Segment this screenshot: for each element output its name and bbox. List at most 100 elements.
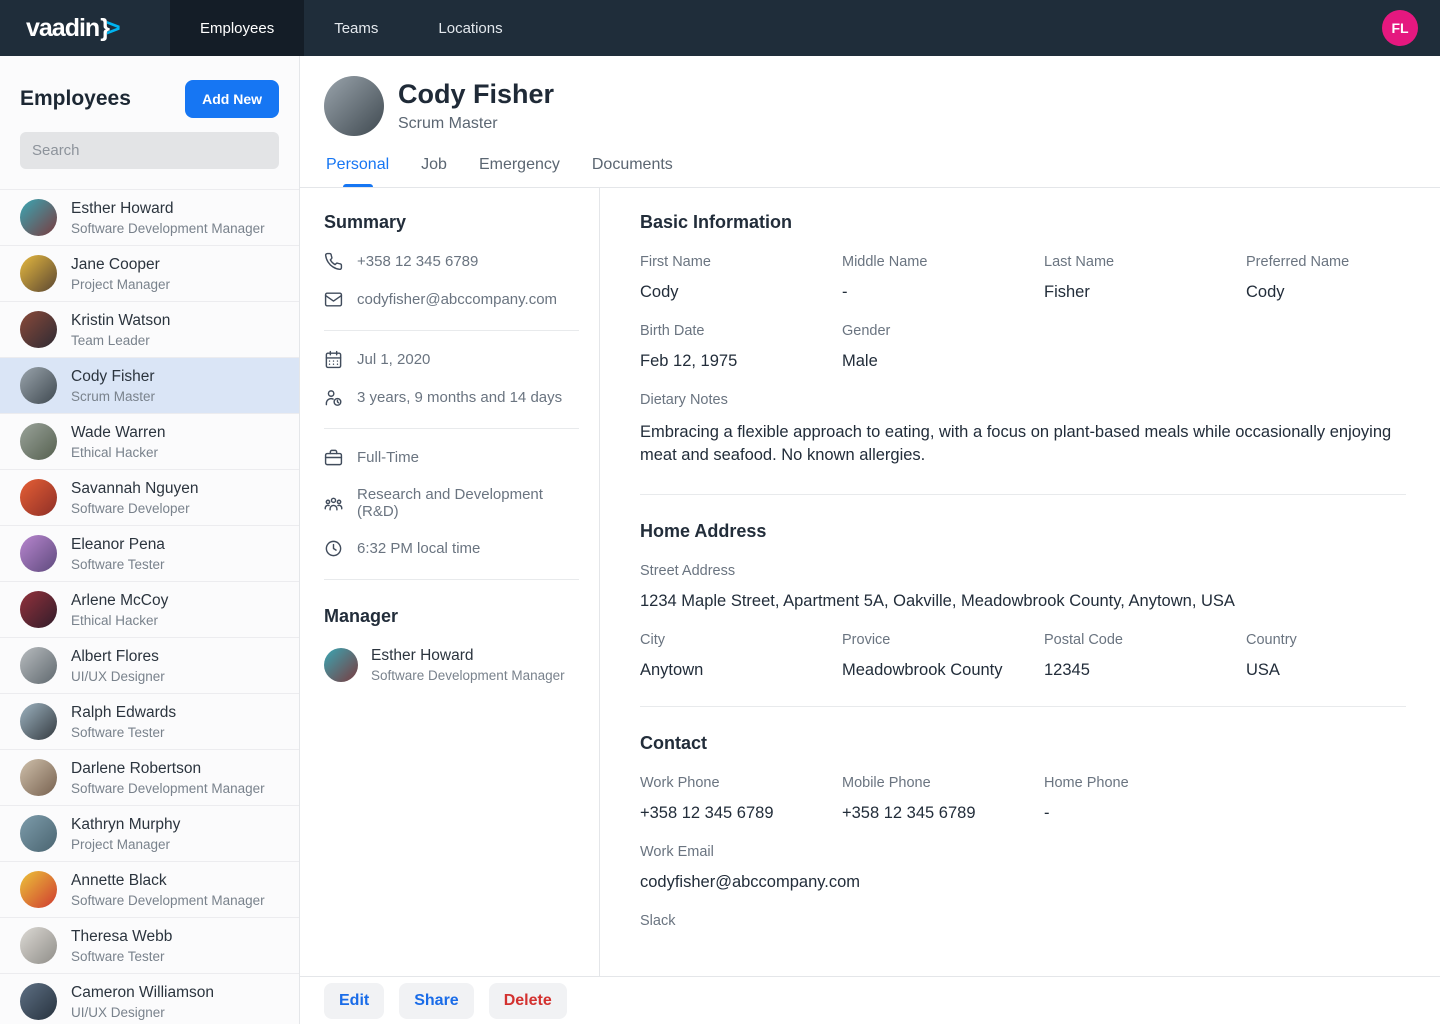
field-label: Mobile Phone [842,775,1044,791]
summary-divider [324,428,579,429]
field-value: - [842,283,1044,302]
contact-phones-grid: Work Phone +358 12 345 6789 Mobile Phone… [640,775,1406,823]
field-label: Preferred Name [1246,254,1440,270]
dietary-notes-text: Embracing a flexible approach to eating,… [640,421,1406,468]
employee-name: Albert Flores [71,648,165,666]
employee-name: Wade Warren [71,424,165,442]
employee-list-item[interactable]: Esther Howard Software Development Manag… [0,190,299,246]
employee-list-item[interactable]: Darlene Robertson Software Development M… [0,750,299,806]
field-label: Home Phone [1044,775,1246,791]
employee-avatar [20,199,57,236]
summary-tenure: 3 years, 9 months and 14 days [357,389,562,406]
employee-list-item[interactable]: Arlene McCoy Ethical Hacker [0,582,299,638]
manager-title: Manager [324,606,579,627]
field-label: Postal Code [1044,632,1246,648]
field: Mobile Phone +358 12 345 6789 [842,775,1044,823]
briefcase-icon [324,448,343,467]
street-address-field: Street Address 1234 Maple Street, Apartm… [640,563,1406,611]
employee-name: Kristin Watson [71,312,170,330]
field: Preferred Name Cody [1246,254,1440,302]
employee-role: Software Development Manager [71,221,265,236]
employee-role: Scrum Master [71,389,155,404]
mail-icon [324,290,343,309]
field-label: Birth Date [640,323,842,339]
logo-arrow-icon: > [106,14,120,43]
employee-list-item[interactable]: Cameron Williamson UI/UX Designer [0,974,299,1024]
profile-role: Scrum Master [398,115,554,133]
edit-button[interactable]: Edit [324,983,384,1019]
employee-name: Eleanor Pena [71,536,165,554]
profile-tab[interactable]: Job [419,156,449,187]
summary-employment-type: Full-Time [357,449,419,466]
field-label: Country [1246,632,1440,648]
employee-avatar [20,703,57,740]
employee-list-item[interactable]: Theresa Webb Software Tester [0,918,299,974]
employee-role: Software Development Manager [71,893,265,908]
action-bar: Edit Share Delete [300,976,1440,1024]
basic-info-row2: Birth Date Feb 12, 1975 Gender Male [640,323,1406,371]
employee-list-item[interactable]: Annette Black Software Development Manag… [0,862,299,918]
employee-avatar [20,535,57,572]
employee-avatar [20,367,57,404]
employee-name: Annette Black [71,872,265,890]
user-avatar[interactable]: FL [1382,10,1418,46]
employee-avatar [20,423,57,460]
field-label: City [640,632,842,648]
employee-list-item[interactable]: Savannah Nguyen Software Developer [0,470,299,526]
employee-list-item[interactable]: Cody Fisher Scrum Master [0,358,299,414]
field-value: Fisher [1044,283,1246,302]
contact-title: Contact [640,733,1406,754]
nav-item[interactable]: Teams [304,0,408,56]
manager-role: Software Development Manager [371,668,565,683]
employee-name: Kathryn Murphy [71,816,180,834]
employee-name: Savannah Nguyen [71,480,199,498]
employee-list-item[interactable]: Kristin Watson Team Leader [0,302,299,358]
field-label: Middle Name [842,254,1044,270]
employee-list-item[interactable]: Albert Flores UI/UX Designer [0,638,299,694]
profile-tab[interactable]: Documents [590,156,675,187]
field-value: Meadowbrook County [842,661,1044,680]
employee-list-item[interactable]: Eleanor Pena Software Tester [0,526,299,582]
tenure-icon [324,388,343,407]
calendar-icon [324,350,343,369]
share-button[interactable]: Share [399,983,473,1019]
work-email-value: codyfisher@abccompany.com [640,873,1406,892]
field: Country USA [1246,632,1440,680]
nav-item[interactable]: Locations [408,0,532,56]
profile-header: Cody Fisher Scrum Master Personal Job Em… [300,56,1440,188]
employee-role: UI/UX Designer [71,669,165,684]
employee-avatar [20,255,57,292]
profile-tab[interactable]: Personal [324,156,391,187]
summary-employment-row: Full-Time [324,448,579,467]
summary-start-date: Jul 1, 2020 [357,351,430,368]
home-address-title: Home Address [640,521,1406,542]
field: First Name Cody [640,254,842,302]
dietary-notes-label: Dietary Notes [640,392,1406,408]
employee-avatar [20,479,57,516]
manager-item[interactable]: Esther Howard Software Development Manag… [324,647,579,683]
delete-button[interactable]: Delete [489,983,567,1019]
employee-role: Project Manager [71,277,170,292]
clock-icon [324,539,343,558]
topbar-spacer [533,0,1382,56]
summary-local-time: 6:32 PM local time [357,540,480,557]
employee-name: Jane Cooper [71,256,170,274]
employee-role: Ethical Hacker [71,445,165,460]
add-new-button[interactable]: Add New [185,80,279,118]
employee-list-item[interactable]: Wade Warren Ethical Hacker [0,414,299,470]
employee-list-item[interactable]: Jane Cooper Project Manager [0,246,299,302]
summary-phone: +358 12 345 6789 [357,253,478,270]
employee-list-item[interactable]: Kathryn Murphy Project Manager [0,806,299,862]
profile-tab[interactable]: Emergency [477,156,562,187]
vaadin-logo[interactable]: vaadin}> [0,0,170,56]
employee-list-item[interactable]: Ralph Edwards Software Tester [0,694,299,750]
slack-field: Slack [640,913,1406,929]
employee-name: Arlene McCoy [71,592,168,610]
work-email-field: Work Email codyfisher@abccompany.com [640,844,1406,892]
team-icon [324,494,343,513]
nav-item[interactable]: Employees [170,0,304,56]
summary-tenure-row: 3 years, 9 months and 14 days [324,388,579,407]
search-input[interactable] [20,132,279,169]
nav-item-label: Employees [200,20,274,37]
sidebar-title: Employees [20,87,131,111]
